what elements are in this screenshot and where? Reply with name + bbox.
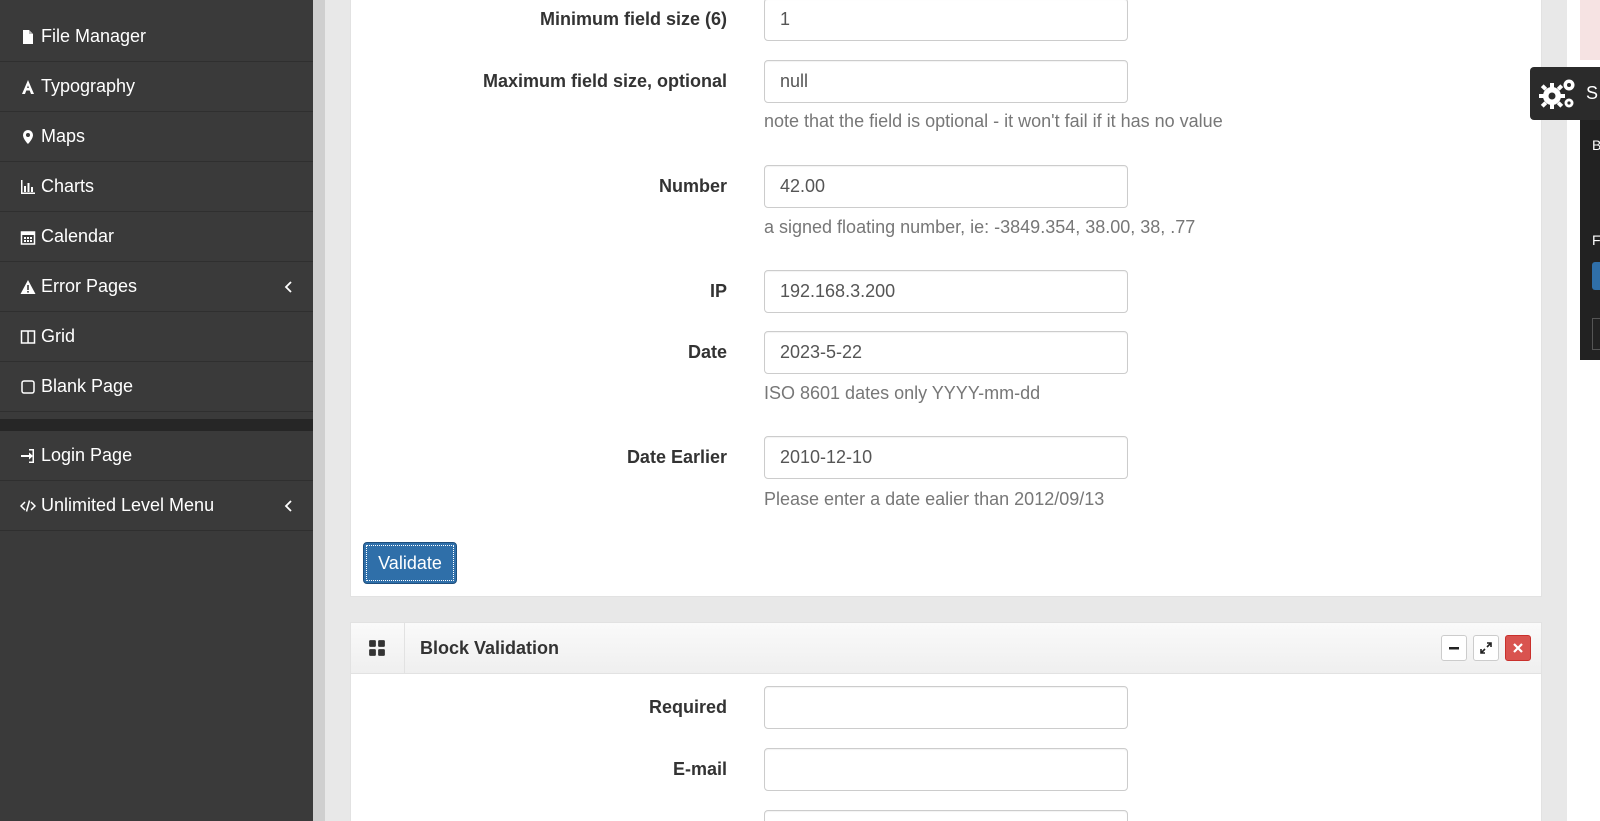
sidebar-item-file-manager[interactable]: File Manager bbox=[0, 12, 313, 62]
sidebar: File Manager Typography Maps Charts Cale… bbox=[0, 0, 313, 821]
sidebar-item-label: Charts bbox=[41, 176, 95, 196]
date-earlier-label: Date Earlier bbox=[626, 447, 727, 467]
min-size-label: Minimum field size (6) bbox=[539, 9, 727, 29]
sidebar-separator bbox=[0, 419, 313, 431]
sidebar-item-label: Login Page bbox=[41, 445, 133, 465]
number-help: a signed floating number, ie: -3849.354,… bbox=[764, 217, 1196, 237]
ip-label: IP bbox=[709, 281, 727, 301]
sidebar-item-label: Unlimited Level Menu bbox=[41, 495, 215, 515]
minus-icon bbox=[1449, 647, 1459, 650]
date-earlier-help: Please enter a date ealier than 2012/09/… bbox=[764, 489, 1105, 509]
date-earlier-input[interactable] bbox=[764, 436, 1128, 479]
expand-icon bbox=[1480, 642, 1492, 654]
calendar-icon bbox=[18, 227, 38, 247]
sidebar-item-typography[interactable]: Typography bbox=[0, 62, 313, 112]
required-input[interactable] bbox=[764, 686, 1128, 729]
settings-input-edge[interactable] bbox=[1592, 318, 1600, 350]
sidebar-item-label: Maps bbox=[41, 126, 86, 146]
email-label: E-mail bbox=[672, 759, 727, 779]
sidebar-item-calendar[interactable]: Calendar bbox=[0, 212, 313, 262]
sidebar-item-error-pages[interactable]: Error Pages bbox=[0, 262, 313, 312]
warning-icon bbox=[18, 277, 38, 297]
block-validation-title: Block Validation bbox=[420, 637, 560, 658]
chevron-left-icon bbox=[284, 500, 292, 512]
minimize-button[interactable] bbox=[1441, 635, 1467, 661]
date-input[interactable] bbox=[764, 331, 1128, 374]
email-input[interactable] bbox=[764, 748, 1128, 791]
number-label: Number bbox=[658, 176, 727, 196]
sidebar-item-charts[interactable]: Charts bbox=[0, 162, 313, 212]
sidebar-item-label: Blank Page bbox=[41, 376, 134, 396]
validate-button[interactable]: Validate bbox=[363, 542, 457, 584]
sidebar-item-unlimited-level-menu[interactable]: Unlimited Level Menu bbox=[0, 481, 313, 531]
max-size-label: Maximum field size, optional bbox=[482, 71, 727, 91]
date-help: ISO 8601 dates only YYYY-mm-dd bbox=[764, 383, 1041, 403]
number-input[interactable] bbox=[764, 165, 1128, 208]
settings-toggle[interactable]: S bbox=[1530, 67, 1600, 120]
sidebar-item-grid[interactable]: Grid bbox=[0, 312, 313, 362]
chevron-left-icon bbox=[284, 281, 292, 293]
sidebar-item-label: Grid bbox=[41, 326, 76, 346]
grid-icon bbox=[369, 640, 385, 656]
close-icon bbox=[1513, 643, 1523, 653]
square-icon bbox=[18, 377, 38, 397]
next-input[interactable] bbox=[764, 810, 1128, 821]
date-label: Date bbox=[687, 342, 727, 362]
expand-button[interactable] bbox=[1473, 635, 1499, 661]
sidebar-item-label: Typography bbox=[41, 76, 136, 96]
code-icon bbox=[18, 496, 38, 516]
sidebar-item-label: Error Pages bbox=[41, 276, 138, 296]
ip-input[interactable] bbox=[764, 270, 1128, 313]
settings-blue-button[interactable] bbox=[1592, 262, 1600, 290]
sidebar-item-maps[interactable]: Maps bbox=[0, 112, 313, 162]
sidebar-item-blank-page[interactable]: Blank Page bbox=[0, 362, 313, 412]
file-icon bbox=[18, 27, 38, 47]
sidebar-item-login-page[interactable]: Login Page bbox=[0, 431, 313, 481]
columns-icon bbox=[18, 327, 38, 347]
panel-icon-box bbox=[350, 622, 405, 674]
bar-chart-icon bbox=[18, 177, 38, 197]
settings-label: S bbox=[1586, 83, 1599, 103]
max-size-input[interactable] bbox=[764, 60, 1128, 103]
min-size-input[interactable] bbox=[764, 0, 1128, 41]
font-icon bbox=[18, 77, 38, 97]
settings-text-f: F bbox=[1592, 232, 1600, 248]
settings-text-b: B bbox=[1592, 137, 1600, 153]
alert-edge bbox=[1580, 0, 1600, 60]
sidebar-item-label: Calendar bbox=[41, 226, 115, 246]
sidebar-item-label: File Manager bbox=[41, 26, 147, 46]
gears-icon bbox=[1539, 79, 1575, 109]
max-size-help: note that the field is optional - it won… bbox=[764, 111, 1223, 131]
map-marker-icon bbox=[18, 127, 38, 147]
required-label: Required bbox=[648, 697, 727, 717]
sign-in-icon bbox=[18, 446, 38, 466]
close-button[interactable] bbox=[1505, 635, 1531, 661]
